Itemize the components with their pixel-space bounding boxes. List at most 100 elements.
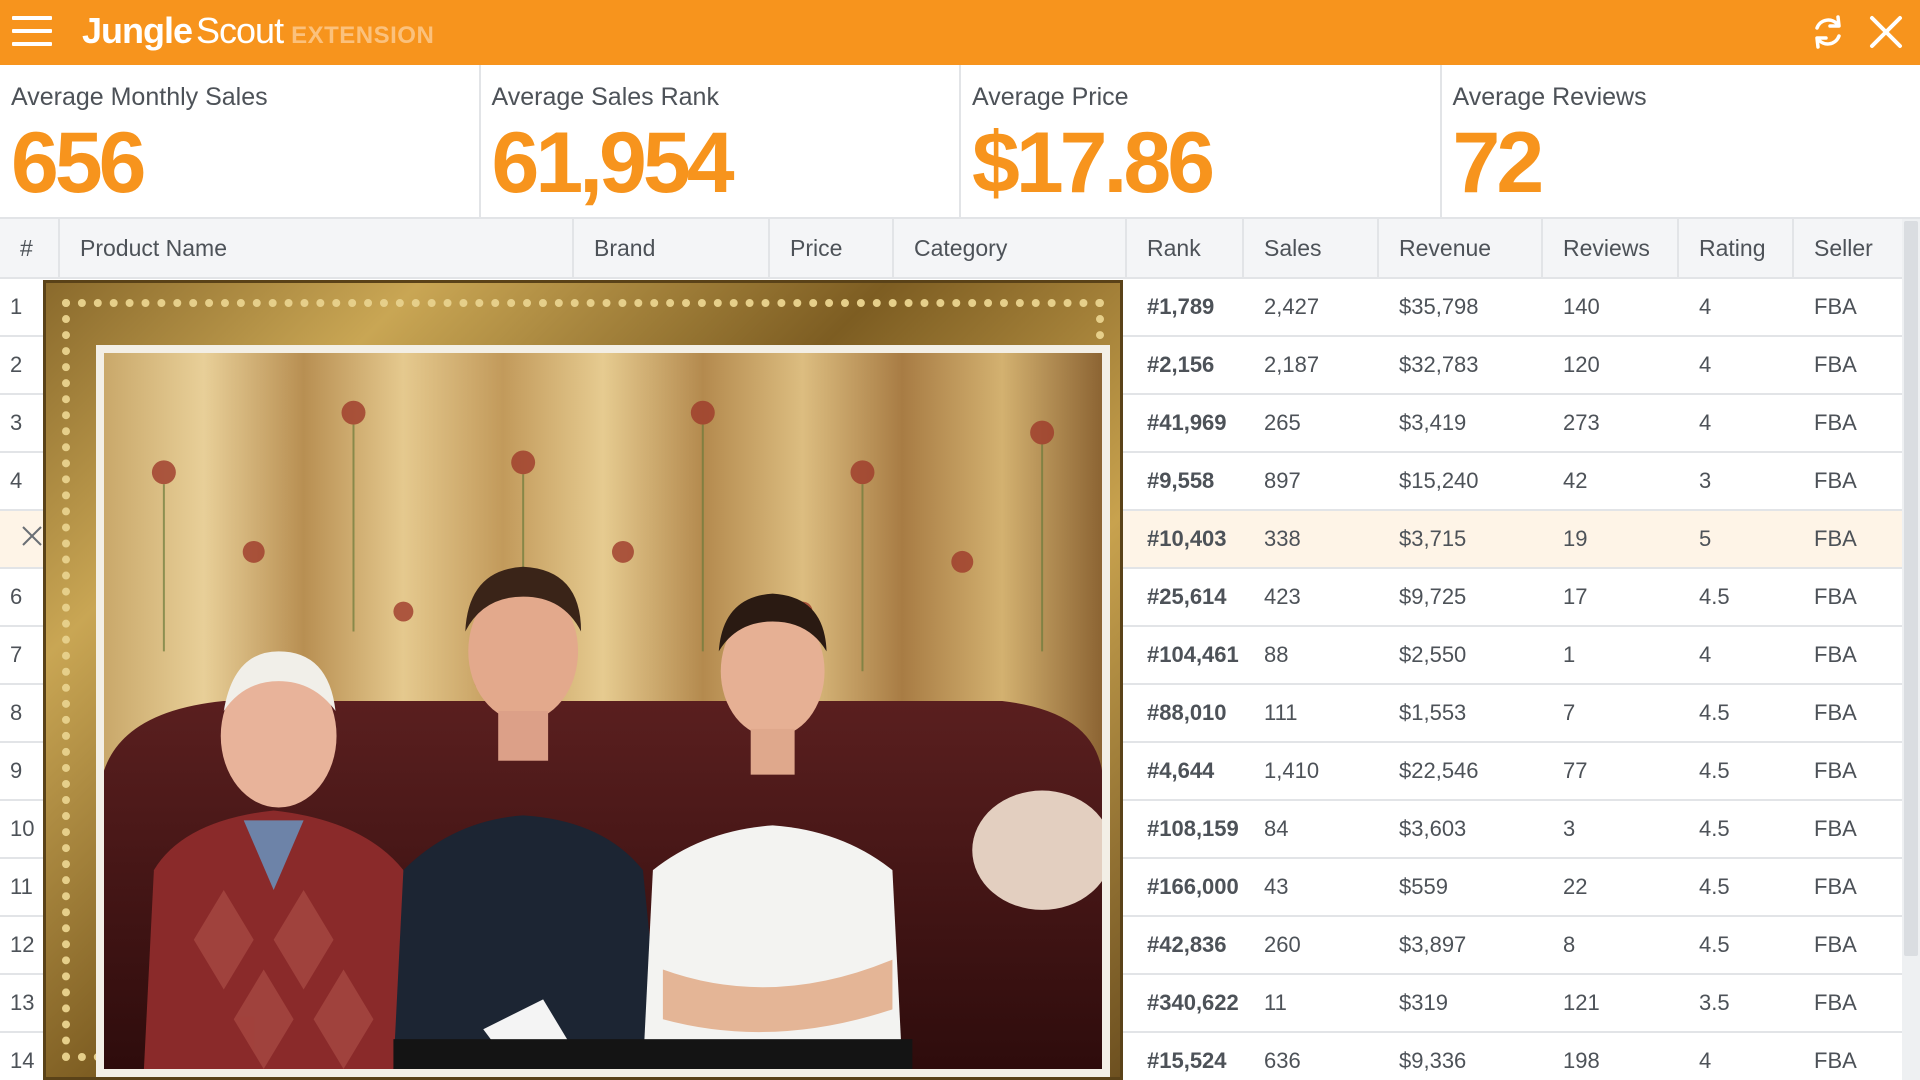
revenue-cell: $319 bbox=[1399, 990, 1448, 1015]
stat-sales-rank: Average Sales Rank 61,954 bbox=[481, 65, 961, 217]
rank-cell: #42,836 bbox=[1147, 932, 1227, 957]
seller-cell: FBA bbox=[1814, 700, 1857, 725]
rank-cell: #104,461 bbox=[1147, 642, 1239, 667]
seller-cell: FBA bbox=[1814, 990, 1857, 1015]
rating-cell: 4 bbox=[1699, 642, 1712, 667]
revenue-cell: $9,725 bbox=[1399, 584, 1467, 609]
sales-cell: 423 bbox=[1264, 584, 1301, 609]
seller-cell: FBA bbox=[1814, 352, 1857, 377]
framed-photo bbox=[43, 280, 1123, 1080]
reviews-cell: 8 bbox=[1563, 932, 1576, 957]
stat-label: Average Reviews bbox=[1452, 83, 1647, 111]
revenue-cell: $3,897 bbox=[1399, 932, 1467, 957]
rank-cell: #166,000 bbox=[1147, 874, 1239, 899]
seller-cell: FBA bbox=[1814, 874, 1857, 899]
column-header-rating[interactable]: Rating bbox=[1679, 219, 1794, 277]
table-scrollbar[interactable] bbox=[1902, 219, 1920, 1080]
rating-cell: 4 bbox=[1699, 1048, 1712, 1073]
reviews-cell: 7 bbox=[1563, 700, 1576, 725]
table-header: # Product Name Brand Price Category Rank… bbox=[0, 219, 1902, 279]
seller-cell: FBA bbox=[1814, 758, 1857, 783]
rank-cell: #1,789 bbox=[1147, 294, 1215, 319]
reviews-cell: 22 bbox=[1563, 874, 1588, 899]
remove-row-icon[interactable] bbox=[20, 524, 44, 548]
column-header-product-name[interactable]: Product Name bbox=[60, 219, 574, 277]
rating-cell: 4.5 bbox=[1699, 700, 1730, 725]
stat-value: 656 bbox=[11, 115, 146, 211]
rating-cell: 4 bbox=[1699, 352, 1712, 377]
seller-cell: FBA bbox=[1814, 1048, 1857, 1073]
revenue-cell: $22,546 bbox=[1399, 758, 1479, 783]
column-header-category[interactable]: Category bbox=[894, 219, 1127, 277]
revenue-cell: $15,240 bbox=[1399, 468, 1479, 493]
reviews-cell: 273 bbox=[1563, 410, 1600, 435]
rank-cell: #2,156 bbox=[1147, 352, 1215, 377]
reviews-cell: 42 bbox=[1563, 468, 1588, 493]
rating-cell: 5 bbox=[1699, 526, 1712, 551]
close-icon[interactable] bbox=[1866, 12, 1906, 52]
sales-cell: 636 bbox=[1264, 1048, 1301, 1073]
rating-cell: 4.5 bbox=[1699, 874, 1730, 899]
column-header-num[interactable]: # bbox=[0, 219, 60, 277]
reviews-cell: 140 bbox=[1563, 294, 1600, 319]
summary-stats: Average Monthly Sales 656 Average Sales … bbox=[0, 65, 1920, 219]
brand-scout: Scout bbox=[196, 10, 284, 51]
seller-cell: FBA bbox=[1814, 526, 1857, 551]
reviews-cell: 19 bbox=[1563, 526, 1588, 551]
rank-cell: #4,644 bbox=[1147, 758, 1215, 783]
rank-cell: #25,614 bbox=[1147, 584, 1227, 609]
photo-image bbox=[96, 345, 1110, 1077]
refresh-icon[interactable] bbox=[1808, 12, 1848, 52]
rank-cell: #108,159 bbox=[1147, 816, 1239, 841]
sales-cell: 260 bbox=[1264, 932, 1301, 957]
seller-cell: FBA bbox=[1814, 932, 1857, 957]
reviews-cell: 121 bbox=[1563, 990, 1600, 1015]
revenue-cell: $1,553 bbox=[1399, 700, 1467, 725]
sales-cell: 2,187 bbox=[1264, 352, 1320, 377]
column-header-reviews[interactable]: Reviews bbox=[1543, 219, 1679, 277]
rank-cell: #9,558 bbox=[1147, 468, 1215, 493]
menu-icon[interactable] bbox=[12, 14, 52, 48]
reviews-cell: 3 bbox=[1563, 816, 1576, 841]
reviews-cell: 77 bbox=[1563, 758, 1588, 783]
reviews-cell: 17 bbox=[1563, 584, 1588, 609]
brand-jungle: Jungle bbox=[82, 10, 193, 51]
top-bar: Jungle Scout EXTENSION bbox=[0, 0, 1920, 65]
sales-cell: 338 bbox=[1264, 526, 1301, 551]
column-header-seller[interactable]: Seller bbox=[1794, 219, 1902, 277]
revenue-cell: $559 bbox=[1399, 874, 1448, 899]
rating-cell: 4.5 bbox=[1699, 584, 1730, 609]
rating-cell: 4 bbox=[1699, 410, 1712, 435]
rank-cell: #10,403 bbox=[1147, 526, 1227, 551]
stat-label: Average Monthly Sales bbox=[11, 83, 268, 111]
sales-cell: 2,427 bbox=[1264, 294, 1320, 319]
brand-extension: EXTENSION bbox=[291, 22, 435, 49]
column-header-sales[interactable]: Sales bbox=[1244, 219, 1379, 277]
sales-cell: 88 bbox=[1264, 642, 1289, 667]
rating-cell: 4.5 bbox=[1699, 758, 1730, 783]
rating-cell: 3 bbox=[1699, 468, 1712, 493]
rating-cell: 4 bbox=[1699, 294, 1712, 319]
seller-cell: FBA bbox=[1814, 468, 1857, 493]
stat-monthly-sales: Average Monthly Sales 656 bbox=[0, 65, 481, 217]
column-header-revenue[interactable]: Revenue bbox=[1379, 219, 1543, 277]
rating-cell: 3.5 bbox=[1699, 990, 1730, 1015]
rating-cell: 4.5 bbox=[1699, 816, 1730, 841]
stat-reviews: Average Reviews 72 bbox=[1442, 65, 1920, 217]
sales-cell: 43 bbox=[1264, 874, 1289, 899]
photo-illustration bbox=[104, 353, 1102, 1069]
seller-cell: FBA bbox=[1814, 642, 1857, 667]
stat-label: Average Sales Rank bbox=[491, 83, 719, 111]
column-header-brand[interactable]: Brand bbox=[574, 219, 770, 277]
sales-cell: 84 bbox=[1264, 816, 1289, 841]
column-header-rank[interactable]: Rank bbox=[1127, 219, 1244, 277]
rank-cell: #41,969 bbox=[1147, 410, 1227, 435]
stat-price: Average Price $17.86 bbox=[961, 65, 1442, 217]
revenue-cell: $9,336 bbox=[1399, 1048, 1467, 1073]
column-header-price[interactable]: Price bbox=[770, 219, 894, 277]
sales-cell: 265 bbox=[1264, 410, 1301, 435]
scrollbar-thumb[interactable] bbox=[1904, 221, 1918, 956]
seller-cell: FBA bbox=[1814, 294, 1857, 319]
revenue-cell: $35,798 bbox=[1399, 294, 1479, 319]
rank-cell: #340,622 bbox=[1147, 990, 1239, 1015]
